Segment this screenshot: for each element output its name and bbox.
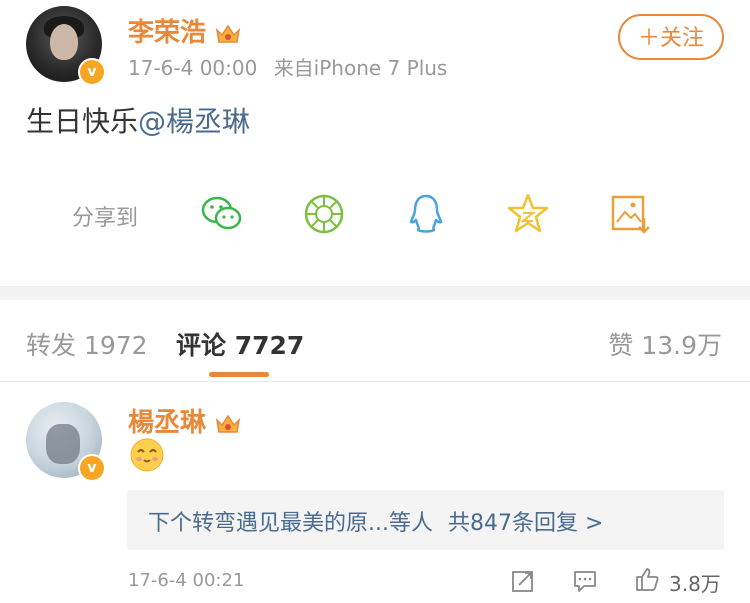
- qq-icon[interactable]: [404, 192, 448, 236]
- post-timestamp: 17-6-4 00:00: [128, 56, 258, 80]
- commenter-name-label: 楊丞琳: [128, 408, 207, 438]
- commenter-name[interactable]: 楊丞琳: [128, 402, 241, 439]
- wechat-icon[interactable]: [200, 192, 244, 236]
- commenter-vip-crown-icon: [215, 414, 241, 433]
- tab-like-count: 13.9万: [641, 331, 722, 360]
- share-label: 分享到: [72, 206, 139, 231]
- tab-repost-count: 1972: [83, 331, 148, 360]
- section-divider: [0, 286, 750, 300]
- reply-preview[interactable]: 下个转弯遇见最美的原...等人 共847条回复 >: [148, 505, 603, 537]
- reply-comment-icon[interactable]: [572, 568, 598, 594]
- moments-icon[interactable]: [302, 192, 346, 236]
- tab-comment-count: 7727: [234, 331, 305, 360]
- post-author-label: 李荣浩: [128, 18, 207, 48]
- tab-repost[interactable]: 转发 1972: [26, 326, 148, 362]
- post-source: 来自iPhone 7 Plus: [273, 56, 448, 80]
- tab-repost-label: 转发: [26, 331, 77, 360]
- like-thumb-icon[interactable]: [634, 566, 660, 592]
- tab-like-label: 赞: [608, 331, 634, 360]
- commenter-verified-icon: v: [78, 454, 106, 482]
- smile-emoji-icon: [130, 438, 164, 472]
- comment-like-count: 3.8万: [669, 572, 721, 596]
- vip-crown-icon: [215, 24, 241, 43]
- save-image-icon[interactable]: [608, 192, 652, 236]
- avatar-face: [50, 24, 78, 60]
- tab-comment-label: 评论: [176, 331, 227, 360]
- follow-button[interactable]: ＋关注: [618, 14, 724, 60]
- active-tab-indicator: [209, 372, 269, 377]
- mention-link[interactable]: @楊丞琳: [138, 105, 250, 138]
- post-text: 生日快乐@楊丞琳: [26, 100, 250, 140]
- reply-count-link[interactable]: 共847条回复 >: [448, 511, 603, 536]
- post-text-body: 生日快乐: [26, 105, 139, 138]
- reply-summary: 下个转弯遇见最美的原...等人: [148, 511, 433, 536]
- tabs-border: [0, 381, 750, 382]
- tab-comment[interactable]: 评论 7727: [176, 326, 304, 362]
- qzone-icon[interactable]: [506, 192, 550, 236]
- verified-badge-icon: v: [78, 58, 106, 86]
- repost-comment-icon[interactable]: [510, 568, 536, 594]
- tab-like[interactable]: 赞 13.9万: [608, 326, 722, 362]
- avatar-figure: [46, 424, 80, 464]
- comment-timestamp: 17-6-4 00:21: [128, 570, 245, 591]
- post-meta: 17-6-4 00:00 来自iPhone 7 Plus: [128, 52, 447, 81]
- post-author-name[interactable]: 李荣浩: [128, 12, 241, 49]
